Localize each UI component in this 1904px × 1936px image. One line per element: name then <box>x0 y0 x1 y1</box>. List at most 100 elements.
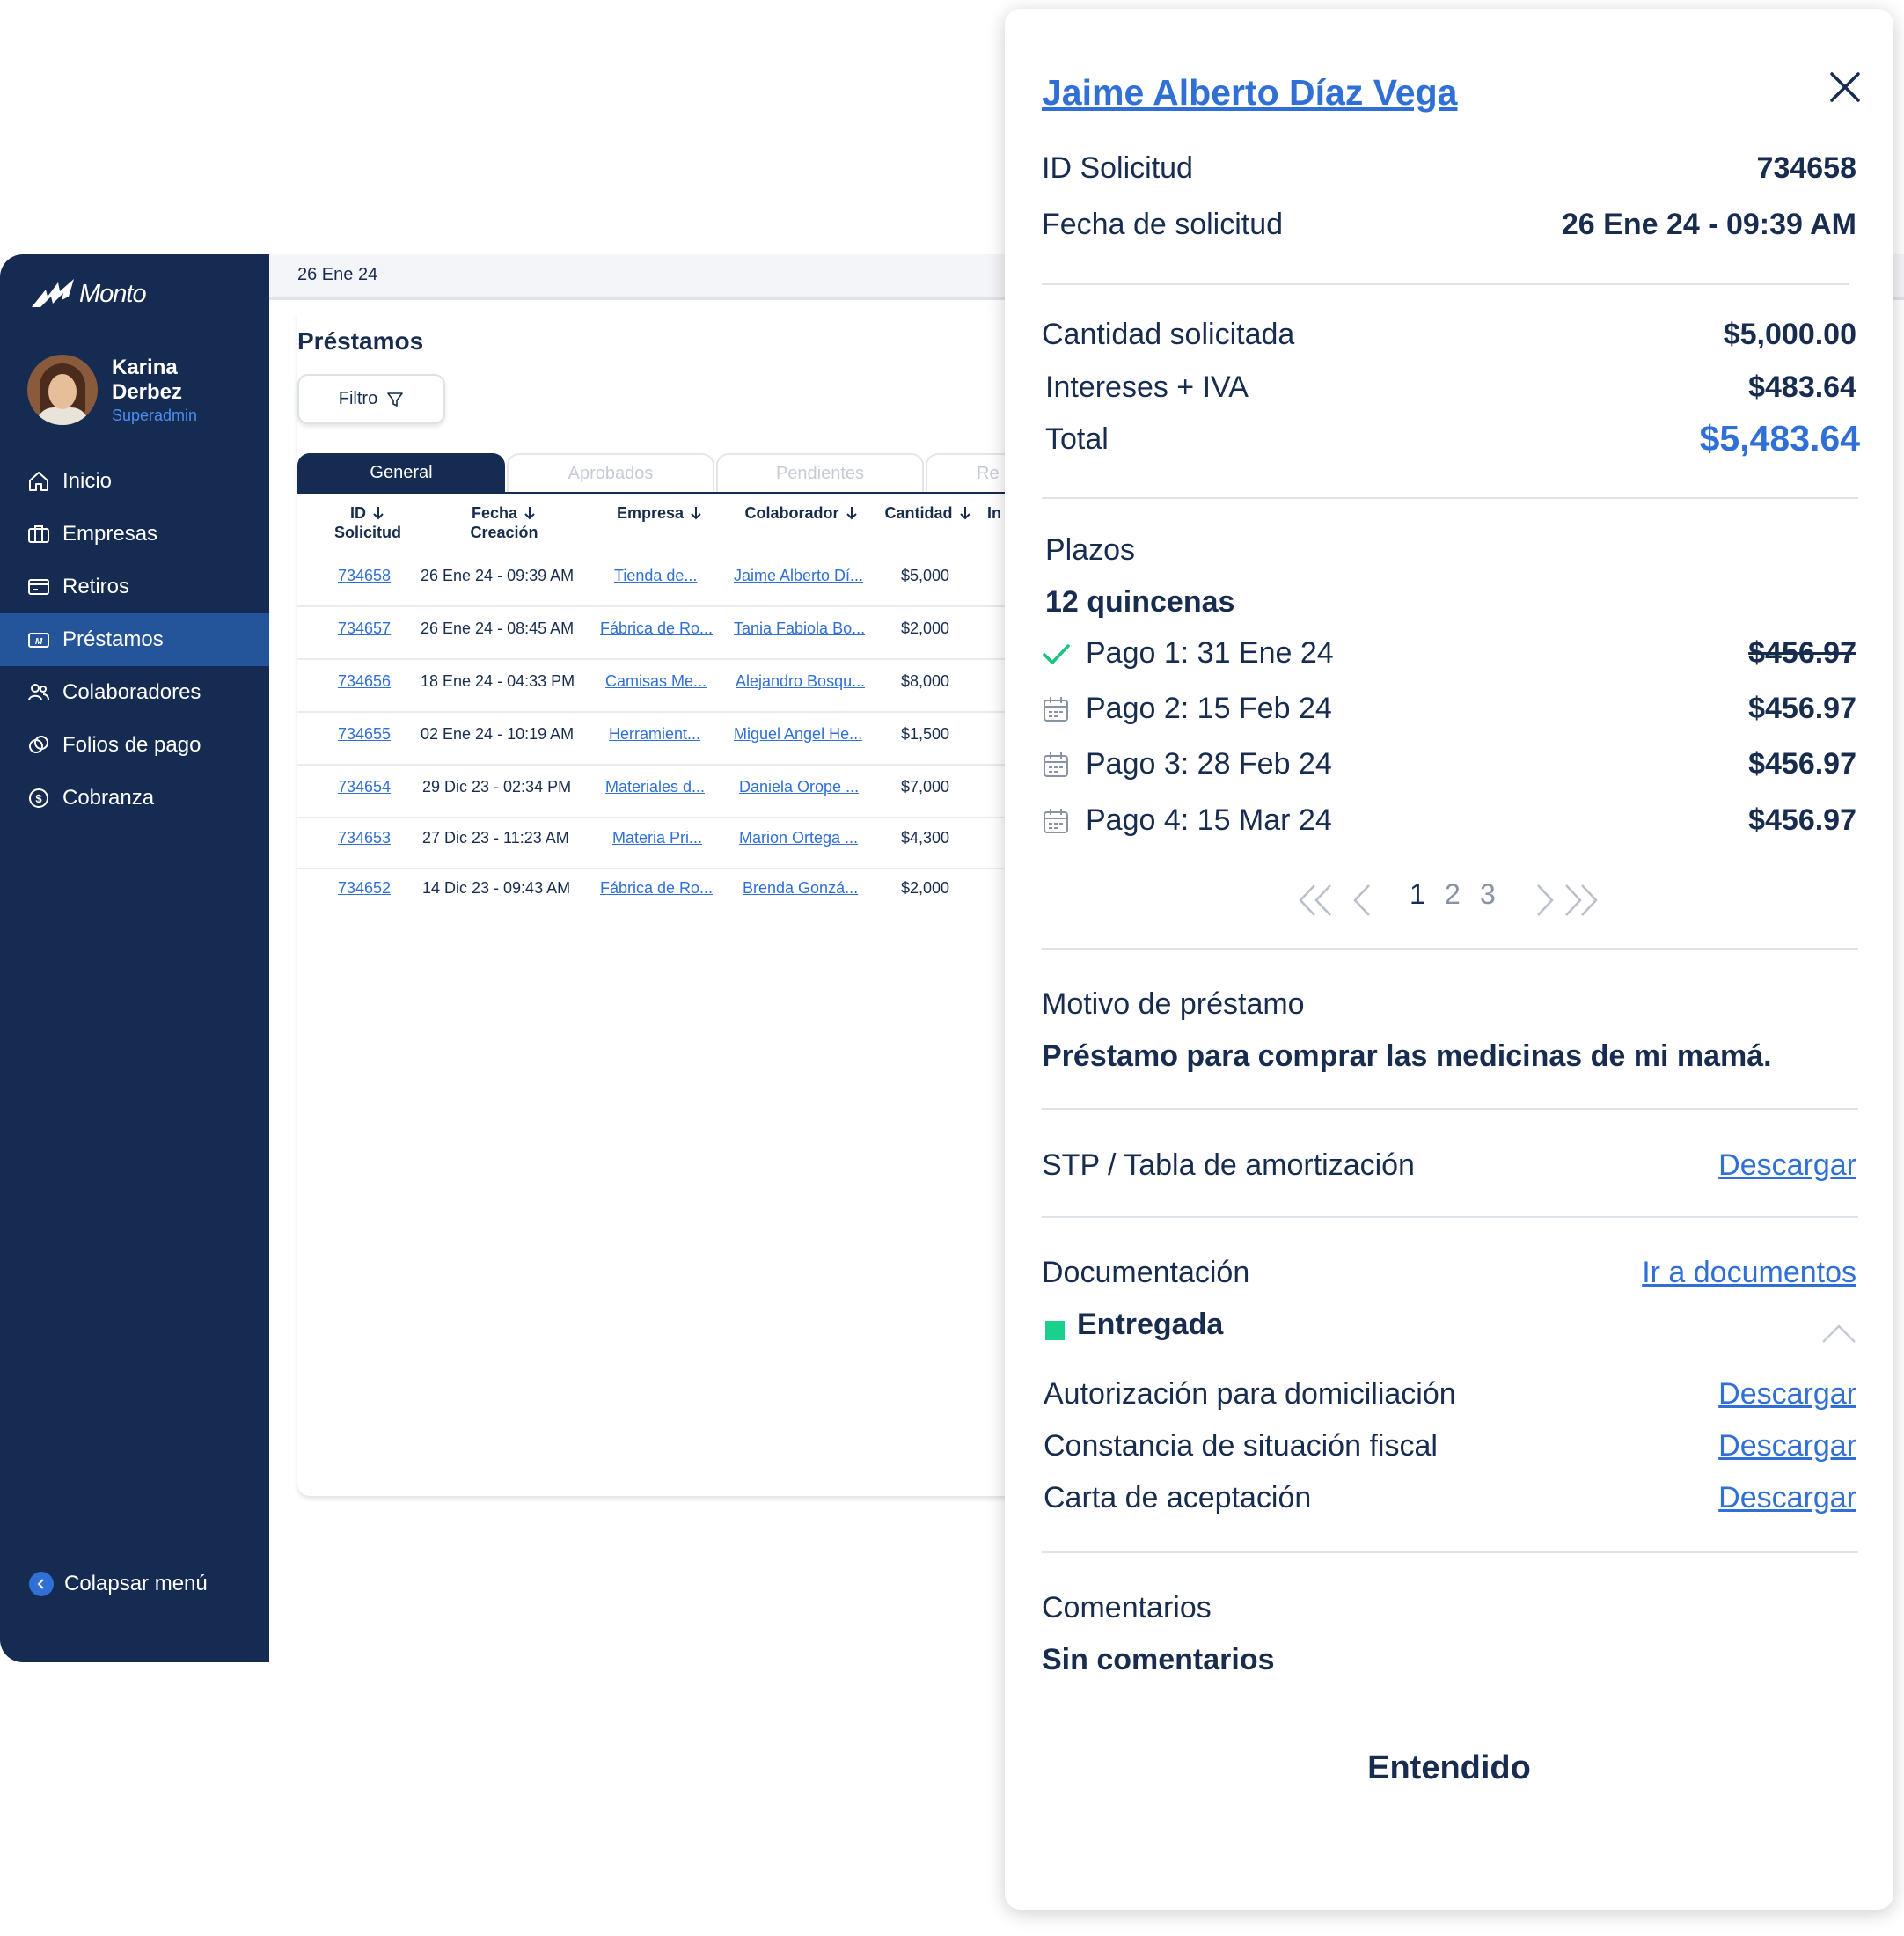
page-3[interactable]: 3 <box>1480 878 1496 911</box>
col-label: ID <box>350 504 366 522</box>
row-id-link[interactable]: 734656 <box>338 672 391 691</box>
row-id-link[interactable]: 734658 <box>338 567 391 585</box>
doc-status: Entregada <box>1077 1308 1224 1341</box>
col-header-fecha[interactable]: Fecha Creación <box>447 503 561 542</box>
row-colaborador-link[interactable]: Tania Fabiola Bo... <box>734 620 865 638</box>
row-cantidad: $2,000 <box>901 620 950 637</box>
divider <box>1042 1216 1858 1218</box>
first-page-icon[interactable] <box>1295 880 1336 920</box>
page-2[interactable]: 2 <box>1445 878 1461 911</box>
dollar-circle-icon: $ <box>29 788 48 808</box>
filter-button[interactable]: Filtro <box>297 374 445 424</box>
table-row[interactable]: 734653 27 Dic 23 - 11:23 AM Materia Pri.… <box>297 817 1089 869</box>
filter-label: Filtro <box>338 389 378 408</box>
table-header-divider <box>297 492 1089 494</box>
row-empresa-link[interactable]: Herramient... <box>609 725 700 744</box>
payment-item: Pago 2: 15 Feb 24 <box>1042 692 1332 726</box>
row-empresa-link[interactable]: Camisas Me... <box>605 672 707 691</box>
row-fecha: 02 Ene 24 - 10:19 AM <box>421 725 575 743</box>
table-row[interactable]: 734656 18 Ene 24 - 04:33 PM Camisas Me..… <box>297 660 1089 713</box>
row-id-link[interactable]: 734657 <box>338 620 391 638</box>
sidebar-item-empresas[interactable]: Empresas <box>0 508 269 561</box>
tab-general[interactable]: General <box>297 453 505 492</box>
row-colaborador-link[interactable]: Jaime Alberto Dí... <box>734 567 863 585</box>
total-label: Total <box>1045 422 1109 456</box>
row-empresa-link[interactable]: Tienda de... <box>614 567 697 585</box>
loan-detail-panel: Jaime Alberto Díaz Vega ID Solicitud 734… <box>1005 9 1893 1910</box>
sidebar-item-label: Folios de pago <box>62 733 201 757</box>
divider <box>1042 1551 1858 1553</box>
doc-download-link[interactable]: Descargar <box>1718 1377 1856 1412</box>
borrower-name-link[interactable]: Jaime Alberto Díaz Vega <box>1042 72 1457 114</box>
page-1[interactable]: 1 <box>1410 878 1425 911</box>
sidebar-item-cobranza[interactable]: $ Cobranza <box>0 772 269 825</box>
tab-pendientes[interactable]: Pendientes <box>716 453 924 492</box>
row-colaborador-link[interactable]: Marion Ortega ... <box>739 829 858 847</box>
arrow-down-icon <box>959 507 970 520</box>
sidebar-item-prestamos[interactable]: M Préstamos <box>0 613 269 666</box>
collapse-menu-button[interactable]: Colapsar menú <box>29 1572 208 1596</box>
row-colaborador-link[interactable]: Brenda Gonzá... <box>743 879 858 898</box>
row-colaborador-link[interactable]: Miguel Angel He... <box>734 725 862 744</box>
col-header-id[interactable]: ID Solicitud <box>324 503 412 542</box>
chevron-up-icon[interactable] <box>1821 1322 1856 1345</box>
current-date: 26 Ene 24 <box>297 265 378 284</box>
row-fecha: 18 Ene 24 - 04:33 PM <box>421 672 575 690</box>
sidebar-item-retiros[interactable]: Retiros <box>0 561 269 613</box>
row-empresa-link[interactable]: Fábrica de Ro... <box>600 879 713 898</box>
sidebar-item-folios[interactable]: Folios de pago <box>0 719 269 772</box>
row-colaborador-link[interactable]: Alejandro Bosqu... <box>736 672 865 691</box>
row-fecha: 14 Dic 23 - 09:43 AM <box>422 879 571 897</box>
id-value: 734658 <box>1756 151 1856 185</box>
total-value: $5,483.64 <box>1699 418 1860 458</box>
understood-button[interactable]: Entendido <box>1005 1749 1893 1787</box>
tab-aprobados[interactable]: Aprobados <box>507 453 714 492</box>
doc-download-link[interactable]: Descargar <box>1718 1481 1856 1515</box>
table-row[interactable]: 734652 14 Dic 23 - 09:43 AM Fábrica de R… <box>297 867 1089 920</box>
row-id-link[interactable]: 734655 <box>338 725 391 744</box>
row-cantidad: $1,500 <box>901 725 950 743</box>
cantidad-value: $5,000.00 <box>1723 318 1856 351</box>
payment-amount: $456.97 <box>1748 803 1856 837</box>
table-row[interactable]: 734657 26 Ene 24 - 08:45 AM Fábrica de R… <box>297 607 1089 660</box>
calendar-icon <box>1044 696 1068 722</box>
row-id-link[interactable]: 734652 <box>338 879 391 898</box>
sidebar-item-colaboradores[interactable]: Colaboradores <box>0 666 269 719</box>
user-profile[interactable]: Karina Derbez Superadmin <box>27 355 209 425</box>
stp-label: STP / Tabla de amortización <box>1042 1148 1415 1182</box>
table-row[interactable]: 734655 02 Ene 24 - 10:19 AM Herramient..… <box>297 713 1089 766</box>
comentarios-label: Comentarios <box>1042 1591 1212 1624</box>
arrow-down-icon <box>846 507 857 520</box>
row-empresa-link[interactable]: Materia Pri... <box>612 829 702 847</box>
table-row[interactable]: 734654 29 Dic 23 - 02:34 PM Materiales d… <box>297 766 1089 818</box>
check-icon <box>1043 643 1070 664</box>
chevron-left-icon <box>29 1572 54 1596</box>
last-page-icon[interactable] <box>1561 880 1601 920</box>
user-name: Karina Derbez <box>112 355 183 404</box>
row-cantidad: $7,000 <box>901 778 950 796</box>
doc-download-link[interactable]: Descargar <box>1718 1429 1856 1463</box>
col-header-empresa[interactable]: Empresa <box>607 503 713 523</box>
col-label: Empresa <box>616 504 685 522</box>
table-row[interactable]: 734658 26 Ene 24 - 09:39 AM Tienda de...… <box>297 554 1089 607</box>
brand-logo[interactable]: Monto <box>30 277 147 309</box>
close-icon[interactable] <box>1828 70 1862 104</box>
payment-label: Pago 1: 31 Ene 24 <box>1086 636 1334 670</box>
sidebar-item-label: Retiros <box>62 575 130 598</box>
prev-page-icon[interactable] <box>1343 880 1383 920</box>
row-empresa-link[interactable]: Fábrica de Ro... <box>600 620 713 638</box>
row-empresa-link[interactable]: Materiales d... <box>605 778 705 796</box>
sidebar-item-inicio[interactable]: Inicio <box>0 455 269 508</box>
row-id-link[interactable]: 734653 <box>338 829 391 847</box>
motivo-value: Préstamo para comprar las medicinas de m… <box>1042 1039 1772 1073</box>
documents-link[interactable]: Ir a documentos <box>1642 1256 1856 1290</box>
row-id-link[interactable]: 734654 <box>338 778 391 796</box>
col-header-intereses[interactable]: In <box>985 503 1003 523</box>
row-colaborador-link[interactable]: Daniela Orope ... <box>739 778 859 796</box>
col-header-colaborador[interactable]: Colaborador <box>736 503 868 523</box>
next-page-icon[interactable] <box>1524 880 1564 920</box>
divider <box>1042 497 1858 499</box>
col-header-cantidad[interactable]: Cantidad <box>878 503 978 523</box>
calendar-icon <box>1044 752 1068 777</box>
stp-download-link[interactable]: Descargar <box>1718 1148 1856 1183</box>
